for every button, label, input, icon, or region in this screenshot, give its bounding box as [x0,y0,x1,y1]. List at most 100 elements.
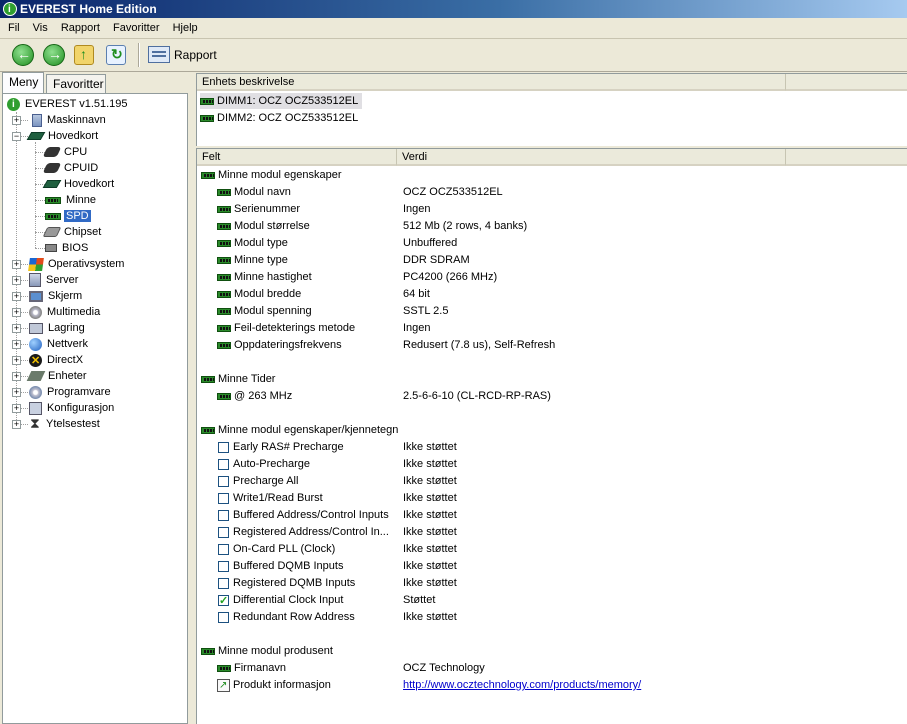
refresh-icon[interactable] [106,45,126,65]
field-label: @ 263 MHz [234,390,293,402]
table-row[interactable]: Modul spenning SSTL 2.5 [217,303,897,320]
table-row[interactable]: Minne hastighet PC4200 (266 MHz) [217,269,897,286]
field-column-header[interactable]: Felt [197,149,397,166]
device-row[interactable]: DIMM1: OCZ OCZ533512EL [200,93,363,109]
menu-file[interactable]: Fil [6,18,22,38]
table-row[interactable]: On-Card PLL (Clock) Ikke støttet [217,541,897,558]
tree-item-minne[interactable]: Minne [45,192,98,208]
table-row[interactable]: Produkt informasjon http://www.ocztechnol… [217,677,897,694]
memory-module-icon [217,307,231,315]
up-folder-icon[interactable] [74,45,94,65]
table-row[interactable]: Feil-detekterings metode Ingen [217,320,897,337]
tree-item-chipset[interactable]: Chipset [42,224,103,240]
tree-item[interactable]: Ytelsestest [29,415,102,432]
tree-item-label: Enheter [48,370,87,382]
field-cell: Oppdateringsfrekvens [217,337,342,354]
tree-item[interactable]: Multimedia [29,304,102,320]
tree-item-label: Skjerm [48,290,83,302]
table-row[interactable]: Redundant Row Address Ikke støttet [217,609,897,626]
table-row[interactable]: Auto-Precharge Ikke støttet [217,456,897,473]
section-header[interactable]: Minne modul egenskaper/kjennetegn [201,422,398,439]
collapse-icon[interactable]: − [12,132,21,141]
tree-item-bios[interactable]: BIOS [45,240,90,256]
table-row[interactable]: Modul størrelse 512 Mb (2 rows, 4 banks) [217,218,897,235]
tree-item[interactable]: DirectX [29,352,85,369]
tree-item[interactable]: Programvare [29,384,113,400]
extra-column-header[interactable] [786,149,907,166]
value-column-header[interactable]: Verdi [397,149,786,166]
table-row[interactable]: Serienummer Ingen [217,201,897,218]
value-cell: OCZ Technology [403,662,485,674]
tree-item[interactable]: Nettverk [29,336,90,352]
table-row[interactable]: Buffered DQMB Inputs Ikke støttet [217,558,897,575]
tree-item-hovedkort[interactable]: Hovedkort [42,176,116,192]
table-row[interactable]: Firmanavn OCZ Technology [217,660,897,677]
table-row[interactable]: Modul type Unbuffered [217,235,897,252]
expand-icon[interactable]: + [12,260,21,269]
menu-view[interactable]: Vis [31,18,50,38]
expand-icon[interactable]: + [12,356,21,365]
menu-report[interactable]: Rapport [59,18,102,38]
tree-root[interactable]: EVEREST v1.51.195 [7,96,130,113]
section-header[interactable]: Minne modul egenskaper [201,167,342,184]
table-row[interactable]: Differential Clock Input Støttet [217,592,897,610]
tree-item[interactable]: Skjerm [29,288,84,304]
back-arrow-icon[interactable] [12,44,34,66]
table-row[interactable]: Registered DQMB Inputs Ikke støttet [217,575,897,592]
device-extra-header[interactable] [786,74,907,91]
section-header[interactable]: Minne modul produsent [201,643,333,660]
table-row[interactable]: Modul navn OCZ OCZ533512EL [217,184,897,201]
tree-item-label: CPUID [64,162,99,174]
value-cell: Ikke støttet [403,577,457,589]
table-row[interactable]: Early RAS# Precharge Ikke støttet [217,439,897,456]
tree-item[interactable]: Konfigurasjon [29,400,116,416]
field-cell: Early RAS# Precharge [217,439,344,456]
forward-arrow-icon[interactable] [43,44,65,66]
tree-item-spd[interactable]: SPD [45,208,92,224]
field-cell: Buffered Address/Control Inputs [217,507,389,524]
device-row[interactable]: DIMM2: OCZ OCZ533512EL [200,110,362,126]
expand-icon[interactable]: + [12,116,21,125]
field-label: Feil-detekterings metode [234,322,356,334]
expand-icon[interactable]: + [12,388,21,397]
tree-item-cpuid[interactable]: CPUID [42,160,100,176]
menu-help[interactable]: Hjelp [171,18,200,38]
table-row[interactable]: Write1/Read Burst Ikke støttet [217,490,897,507]
expand-icon[interactable]: + [12,372,21,381]
report-button[interactable]: Rapport [148,44,217,66]
tab-menu[interactable]: Meny [2,72,44,93]
tree-item-cpu[interactable]: CPU [42,144,89,160]
unchecked-checkbox [218,441,229,453]
expand-icon[interactable]: + [12,420,21,429]
tree-item[interactable]: Server [29,272,80,288]
tree-item[interactable]: Maskinnavn [29,112,108,128]
device-description-header[interactable]: Enhets beskrivelse [197,74,786,91]
product-info-link[interactable]: http://www.ocztechnology.com/products/me… [403,677,641,694]
value-cell: DDR SDRAM [403,254,470,266]
section-title: Minne Tider [218,373,276,385]
table-row[interactable]: Oppdateringsfrekvens Redusert (7.8 us), S… [217,337,897,354]
table-row[interactable]: Minne type DDR SDRAM [217,252,897,269]
table-row[interactable]: Buffered Address/Control Inputs Ikke støt… [217,507,897,524]
expand-icon[interactable]: + [12,308,21,317]
table-row[interactable]: Registered Address/Control In... Ikke stø… [217,524,897,541]
memory-module-icon [217,290,231,298]
expand-icon[interactable]: + [12,404,21,413]
expand-icon[interactable]: + [12,292,21,301]
tree-item[interactable]: Lagring [29,320,87,336]
tree-item-label: Operativsystem [48,258,125,270]
tree-item-label: Ytelsestest [46,418,100,430]
table-row[interactable]: Modul bredde 64 bit [217,286,897,303]
tree-item-label: Hovedkort [64,178,115,190]
expand-icon[interactable]: + [12,340,21,349]
expand-icon[interactable]: + [12,276,21,285]
table-row[interactable]: Precharge All Ikke støttet [217,473,897,490]
tree-item[interactable]: Enheter [26,368,89,384]
expand-icon[interactable]: + [12,324,21,333]
table-row[interactable]: @ 263 MHz 2.5-6-6-10 (CL-RCD-RP-RAS) [217,388,897,405]
section-header[interactable]: Minne Tider [201,371,275,388]
tree-item[interactable]: Hovedkort [26,128,100,144]
tree-item[interactable]: Operativsystem [28,256,126,272]
menu-favorites[interactable]: Favoritter [111,18,161,38]
tab-favorites[interactable]: Favoritter [46,74,106,93]
